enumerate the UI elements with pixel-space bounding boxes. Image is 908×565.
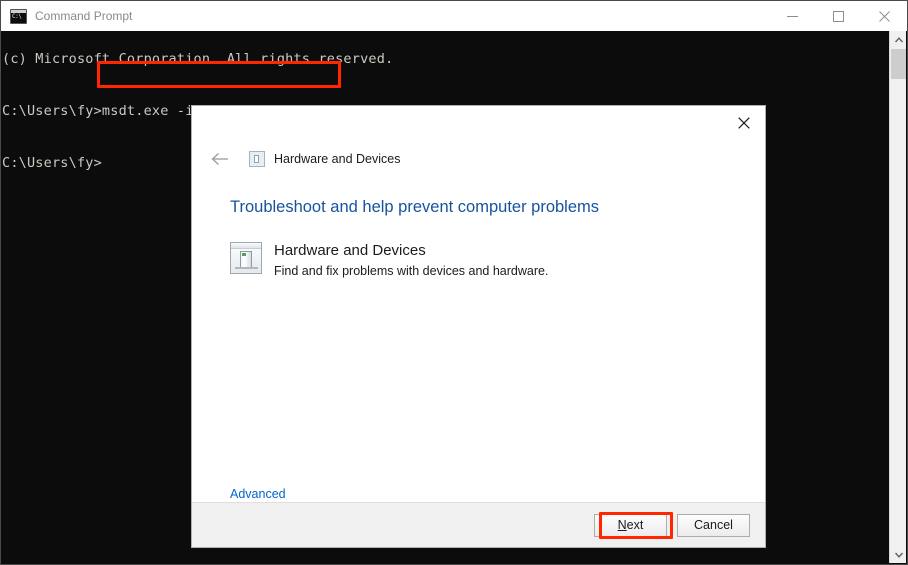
next-button-accelerator: N [617, 518, 627, 532]
hardware-devices-icon [249, 151, 265, 167]
next-button[interactable]: Next [594, 513, 667, 537]
console-title-bar[interactable]: Command Prompt [1, 1, 907, 31]
troubleshooter-description: Find and fix problems with devices and h… [274, 264, 549, 278]
page-title: Troubleshoot and help prevent computer p… [230, 198, 600, 216]
maximize-icon[interactable] [815, 1, 861, 31]
troubleshooter-text: Hardware and Devices Find and fix proble… [274, 241, 548, 280]
dialog-content: Troubleshoot and help prevent computer p… [192, 176, 765, 502]
close-icon[interactable] [861, 1, 907, 31]
scroll-down-icon[interactable] [890, 546, 906, 563]
console-title-bar-left: Command Prompt [1, 8, 769, 24]
dialog-footer: Next Cancel [192, 502, 765, 547]
console-scrollbar[interactable] [889, 31, 906, 563]
close-icon[interactable] [729, 110, 759, 136]
advanced-link[interactable]: Advanced [230, 487, 286, 501]
cancel-button-label: Cancel [694, 518, 733, 532]
command-prompt-icon [10, 8, 27, 24]
console-window-title: Command Prompt [35, 9, 133, 23]
console-scroll-thumb[interactable] [891, 49, 906, 79]
cancel-button[interactable]: Cancel [677, 513, 750, 537]
troubleshooter-title: Hardware and Devices [274, 242, 426, 259]
minimize-icon[interactable] [769, 1, 815, 31]
troubleshooter-entry: Hardware and Devices Find and fix proble… [230, 241, 765, 280]
device-base-shape [235, 267, 258, 269]
dialog-title-bar [192, 106, 765, 142]
dialog-nav-title: Hardware and Devices [274, 152, 401, 166]
scroll-up-icon[interactable] [890, 31, 906, 48]
back-arrow-icon[interactable] [209, 148, 231, 170]
troubleshooter-dialog: Hardware and Devices Troubleshoot and he… [191, 105, 766, 548]
next-button-label-rest: ext [626, 518, 644, 532]
dialog-navigation-bar: Hardware and Devices [192, 142, 765, 176]
window-controls [769, 1, 907, 31]
hardware-devices-icon [230, 242, 262, 274]
